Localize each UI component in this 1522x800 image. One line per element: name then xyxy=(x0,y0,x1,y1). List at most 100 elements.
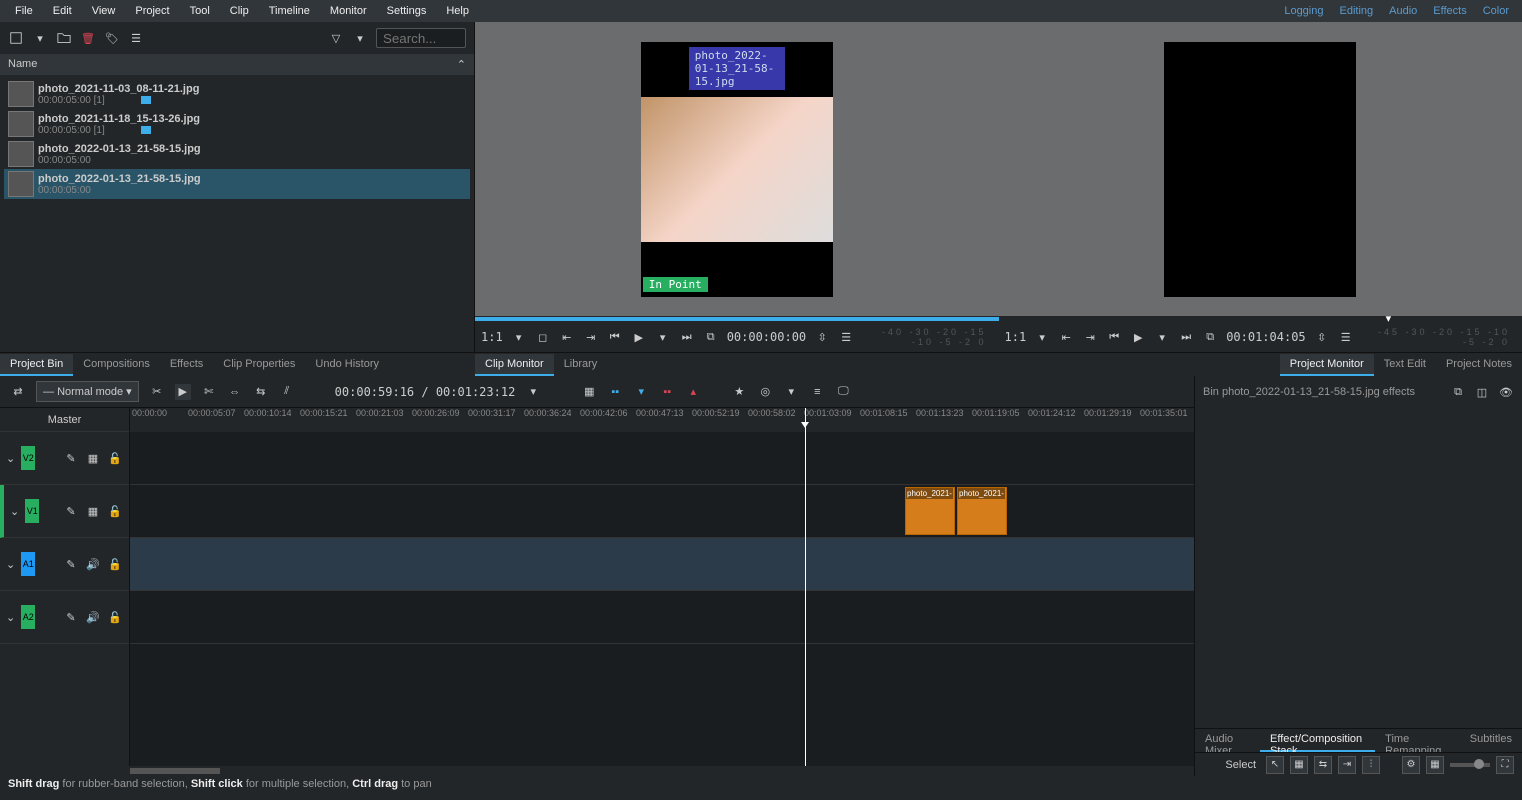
lock-icon[interactable]: 🔓 xyxy=(107,450,123,466)
tab-clip-monitor[interactable]: Clip Monitor xyxy=(475,354,554,376)
tab-project-notes[interactable]: Project Notes xyxy=(1436,354,1522,376)
expand-icon[interactable]: ⌄ xyxy=(6,611,15,624)
tab-project-bin[interactable]: Project Bin xyxy=(0,354,73,376)
clip-timecode[interactable]: 00:00:00:00 xyxy=(727,330,806,344)
clip-scrubber[interactable] xyxy=(475,316,999,322)
select-tool-icon[interactable]: ▶ xyxy=(175,384,191,400)
roll-tool-icon[interactable]: ⇥ xyxy=(1338,756,1356,774)
bin-item[interactable]: photo_2022-01-13_21-58-15.jpg 00:00:05:0… xyxy=(4,169,470,199)
tab-library[interactable]: Library xyxy=(554,354,608,376)
bin-name-header[interactable]: Name ⌃ xyxy=(0,54,474,75)
tab-time-remapping[interactable]: Time Remapping xyxy=(1375,729,1460,752)
lock-icon[interactable]: 🔓 xyxy=(107,503,123,519)
bin-item[interactable]: photo_2022-01-13_21-58-15.jpg 00:00:05:0… xyxy=(4,139,470,169)
razor-icon[interactable]: ✄ xyxy=(201,384,217,400)
rewind-icon[interactable]: ⏮ xyxy=(607,329,623,345)
expand-icon[interactable]: ⌄ xyxy=(10,505,19,518)
timeline-clip[interactable]: photo_2021- xyxy=(905,487,955,535)
layout-color[interactable]: Color xyxy=(1475,2,1517,20)
forward-icon[interactable]: ⏭ xyxy=(1178,329,1194,345)
menu-icon[interactable]: ☰ xyxy=(838,329,854,345)
tab-project-monitor[interactable]: Project Monitor xyxy=(1280,354,1374,376)
timeline-clip[interactable]: photo_2021- xyxy=(957,487,1007,535)
chevron-down-icon[interactable]: ▾ xyxy=(1154,329,1170,345)
favorite-icon[interactable]: ★ xyxy=(731,384,747,400)
layout-logging[interactable]: Logging xyxy=(1276,2,1331,20)
tc-stepper-icon[interactable]: ⇳ xyxy=(814,329,830,345)
mute-icon[interactable]: ▦ xyxy=(85,450,101,466)
track-badge[interactable]: A2 xyxy=(21,605,35,629)
add-clip-icon[interactable] xyxy=(8,30,24,46)
project-timecode[interactable]: 00:01:04:05 xyxy=(1226,330,1305,344)
filter-icon[interactable]: ▽ xyxy=(328,30,344,46)
insert-icon[interactable]: ▪▪ xyxy=(659,384,675,400)
tab-clip-properties[interactable]: Clip Properties xyxy=(213,354,305,376)
ripple-icon[interactable]: ⫽ xyxy=(279,384,295,400)
visibility-icon[interactable]: 👁 xyxy=(1498,384,1514,400)
chevron-down-icon[interactable]: ▾ xyxy=(511,329,527,345)
project-monitor-view[interactable] xyxy=(999,22,1522,316)
effects-track-icon[interactable]: ✎ xyxy=(63,503,79,519)
fit-zoom-icon[interactable]: ⛶ xyxy=(1496,756,1514,774)
timeline-scrollbar[interactable] xyxy=(0,766,1194,776)
tab-audio-mixer[interactable]: Audio Mixer xyxy=(1195,729,1260,752)
tc-stepper-icon[interactable]: ⇳ xyxy=(1314,329,1330,345)
out-icon[interactable]: ⇥ xyxy=(583,329,599,345)
pointer-tool-icon[interactable]: ↖ xyxy=(1266,756,1284,774)
track-lane-a1[interactable] xyxy=(130,538,1194,591)
menu-clip[interactable]: Clip xyxy=(220,2,259,20)
zone-icon[interactable]: ▪▪ xyxy=(607,384,623,400)
menu-view[interactable]: View xyxy=(82,2,126,20)
bin-item[interactable]: photo_2021-11-18_15-13-26.jpg 00:00:05:0… xyxy=(4,109,470,139)
chevron-down-icon[interactable]: ▾ xyxy=(783,384,799,400)
timeline-tracks[interactable]: 00:00:0000:00:05:0700:00:10:1400:00:15:2… xyxy=(130,408,1194,766)
bin-item[interactable]: photo_2021-11-03_08-11-21.jpg 00:00:05:0… xyxy=(4,79,470,109)
split-view-icon[interactable]: ◫ xyxy=(1474,384,1490,400)
menu-help[interactable]: Help xyxy=(436,2,479,20)
range-tool-icon[interactable]: ▦ xyxy=(1290,756,1308,774)
lock-icon[interactable]: 🔓 xyxy=(107,609,123,625)
chevron-down-icon[interactable]: ▾ xyxy=(1034,329,1050,345)
tab-undo-history[interactable]: Undo History xyxy=(305,354,389,376)
set-zone-icon[interactable]: ◻ xyxy=(535,329,551,345)
edit-mode-dropdown[interactable]: — Normal mode ▾ xyxy=(36,381,139,402)
tab-compositions[interactable]: Compositions xyxy=(73,354,160,376)
track-header-a1[interactable]: ⌄ A1 ✎🔊🔓 xyxy=(0,538,129,591)
track-header-v2[interactable]: ⌄ V2 ✎▦🔓 xyxy=(0,432,129,485)
project-scrubber[interactable]: ▾ xyxy=(999,316,1522,322)
folder-icon[interactable] xyxy=(56,30,72,46)
timeline-timecode[interactable]: 00:00:59:16 / 00:01:23:12 xyxy=(335,385,516,399)
in-icon[interactable]: ⇤ xyxy=(1058,329,1074,345)
filter-dropdown-icon[interactable]: ▾ xyxy=(352,30,368,46)
extract-icon[interactable]: ⧉ xyxy=(1202,329,1218,345)
overwrite-icon[interactable]: ▾ xyxy=(633,384,649,400)
tab-subtitles[interactable]: Subtitles xyxy=(1460,729,1522,752)
menu-tool[interactable]: Tool xyxy=(180,2,220,20)
layout-audio[interactable]: Audio xyxy=(1381,2,1425,20)
forward-icon[interactable]: ⏭ xyxy=(679,329,695,345)
out-icon[interactable]: ⇥ xyxy=(1082,329,1098,345)
clip-monitor-view[interactable]: photo_2022-01-13_21-58-15.jpg In Point xyxy=(475,22,999,316)
track-lane-v1[interactable]: photo_2021- photo_2021- xyxy=(130,485,1194,538)
track-badge[interactable]: V2 xyxy=(21,446,35,470)
search-input[interactable] xyxy=(376,28,466,48)
layout-effects[interactable]: Effects xyxy=(1425,2,1474,20)
track-comp-icon[interactable]: ⇄ xyxy=(10,384,26,400)
track-badge[interactable]: A1 xyxy=(21,552,35,576)
expand-icon[interactable]: ⌄ xyxy=(6,558,15,571)
preview-icon[interactable]: ◎ xyxy=(757,384,773,400)
playhead[interactable] xyxy=(805,408,806,766)
track-badge[interactable]: V1 xyxy=(25,499,39,523)
ripple-tool-icon[interactable]: ⇆ xyxy=(1314,756,1332,774)
save-stack-icon[interactable]: ⧉ xyxy=(1450,384,1466,400)
sort-icon[interactable]: ⌃ xyxy=(457,58,466,71)
menu-icon[interactable]: ☰ xyxy=(1338,329,1354,345)
menu-settings[interactable]: Settings xyxy=(377,2,437,20)
mix-icon[interactable]: ▦ xyxy=(581,384,597,400)
guides-icon[interactable]: ≡ xyxy=(809,384,825,400)
display-icon[interactable]: 🖵 xyxy=(835,384,851,400)
menu-edit[interactable]: Edit xyxy=(43,2,82,20)
effects-track-icon[interactable]: ✎ xyxy=(63,556,79,572)
expand-icon[interactable]: ⌄ xyxy=(6,452,15,465)
ratio-selector[interactable]: 1:1 xyxy=(1005,330,1027,344)
